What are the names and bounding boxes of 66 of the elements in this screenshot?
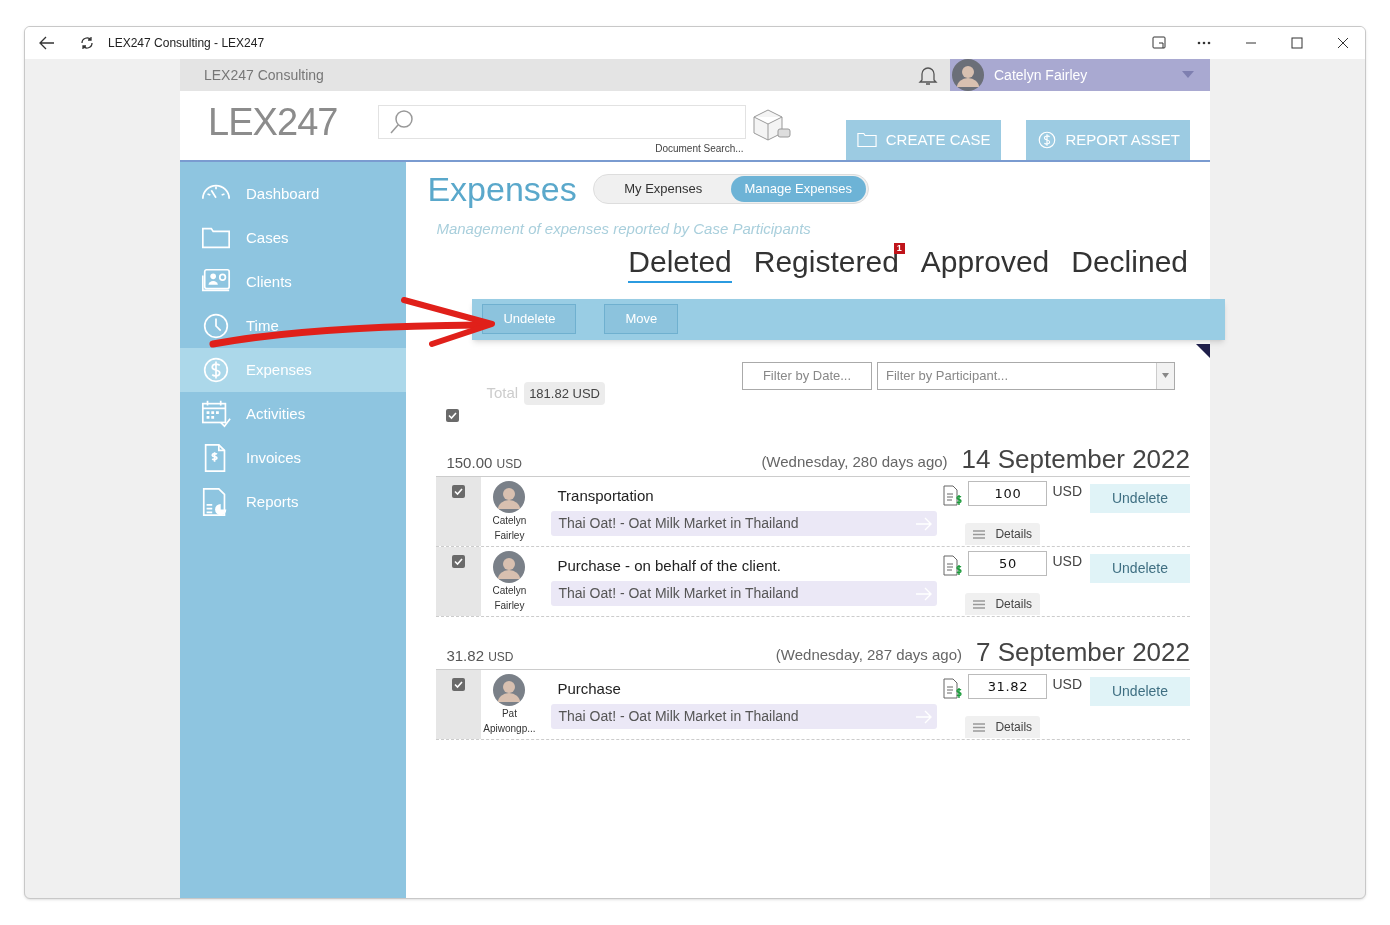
close-icon[interactable] [1337,37,1349,49]
currency-label: USD [1052,482,1082,501]
status-tab[interactable]: Approved [920,242,1050,283]
receipt-icon[interactable] [943,485,964,507]
expense-title: Purchase - on behalf of the client. [556,556,782,576]
undelete-button[interactable]: Undelete [1090,677,1190,706]
checkbox[interactable] [452,678,466,691]
participant-filter-field[interactable]: Filter by Participant... [877,361,1175,390]
group-date: 7 September 2022 [976,637,1190,667]
toggle-option[interactable]: My Expenses [595,176,731,202]
receipt-icon[interactable] [943,678,964,700]
avatar-icon [952,59,984,91]
search-icon [388,109,415,135]
menu-icon [973,599,986,609]
search-caption: Document Search... [655,142,744,156]
corner-fold [1196,344,1210,358]
undelete-button[interactable]: Undelete [1090,484,1190,513]
date-filter-field[interactable]: Filter by Date... [742,361,872,390]
window-title: LEX247 Consulting - LEX247 [108,35,265,52]
page-title: Expenses [427,172,577,206]
search-field[interactable] [377,105,746,139]
avatar [493,551,526,583]
amount-field[interactable]: 31.82 [968,674,1048,699]
group-day-info: (Wednesday, 280 days ago) [760,451,948,472]
expense-title: Transportation [556,486,655,506]
currency-label: USD [1052,552,1082,571]
notification-badge: 1 [893,242,905,254]
participant-name: Pat Apiwongp... [483,707,536,736]
back-icon[interactable] [39,36,55,50]
receipt-icon[interactable] [943,555,964,577]
cast-icon[interactable] [1151,35,1167,51]
maximize-icon[interactable] [1291,37,1303,49]
details-button[interactable]: Details [965,523,1041,545]
participant-name: Catelyn Fairley [492,584,527,613]
expense-title: Purchase [556,679,622,699]
amount-field[interactable]: 50 [968,551,1048,576]
menu-icon [973,529,986,539]
more-icon[interactable] [1197,41,1211,45]
page-subtitle: Management of expenses reported by Case Participants [435,219,812,239]
logo: LEX247 [208,103,338,143]
dropdown-caret-icon [1182,71,1194,79]
avatar [493,674,526,706]
group-day-info: (Wednesday, 287 days ago) [774,644,963,665]
checkbox[interactable] [446,409,460,422]
currency-label: USD [1052,675,1082,694]
group-total: 150.00 USD [445,452,522,473]
participant-name: Catelyn Fairley [492,514,527,543]
group-total: 31.82 USD [445,645,514,666]
amount-field[interactable]: 100 [968,481,1048,506]
details-button[interactable]: Details [965,593,1041,615]
avatar [493,481,526,513]
organization-name: LEX247 Consulting [204,65,324,85]
undelete-button[interactable]: Undelete [1090,554,1190,583]
menu-icon [973,722,986,732]
refresh-icon[interactable] [79,35,95,51]
calendar-icon [200,398,232,430]
group-date: 14 September 2022 [961,444,1190,474]
status-tab[interactable]: Declined [1071,242,1188,283]
project-link[interactable]: Thai Oat! - Oat Milk Market in Thailand [551,581,938,606]
checkbox[interactable] [452,485,466,498]
checkbox[interactable] [452,555,466,568]
project-link[interactable]: Thai Oat! - Oat Milk Market in Thailand [551,511,938,536]
status-tab[interactable]: Deleted [628,242,732,283]
details-button[interactable]: Details [965,716,1041,738]
total-value: 181.82 USD [524,381,605,405]
project-link[interactable]: Thai Oat! - Oat Milk Market in Thailand [551,704,938,729]
